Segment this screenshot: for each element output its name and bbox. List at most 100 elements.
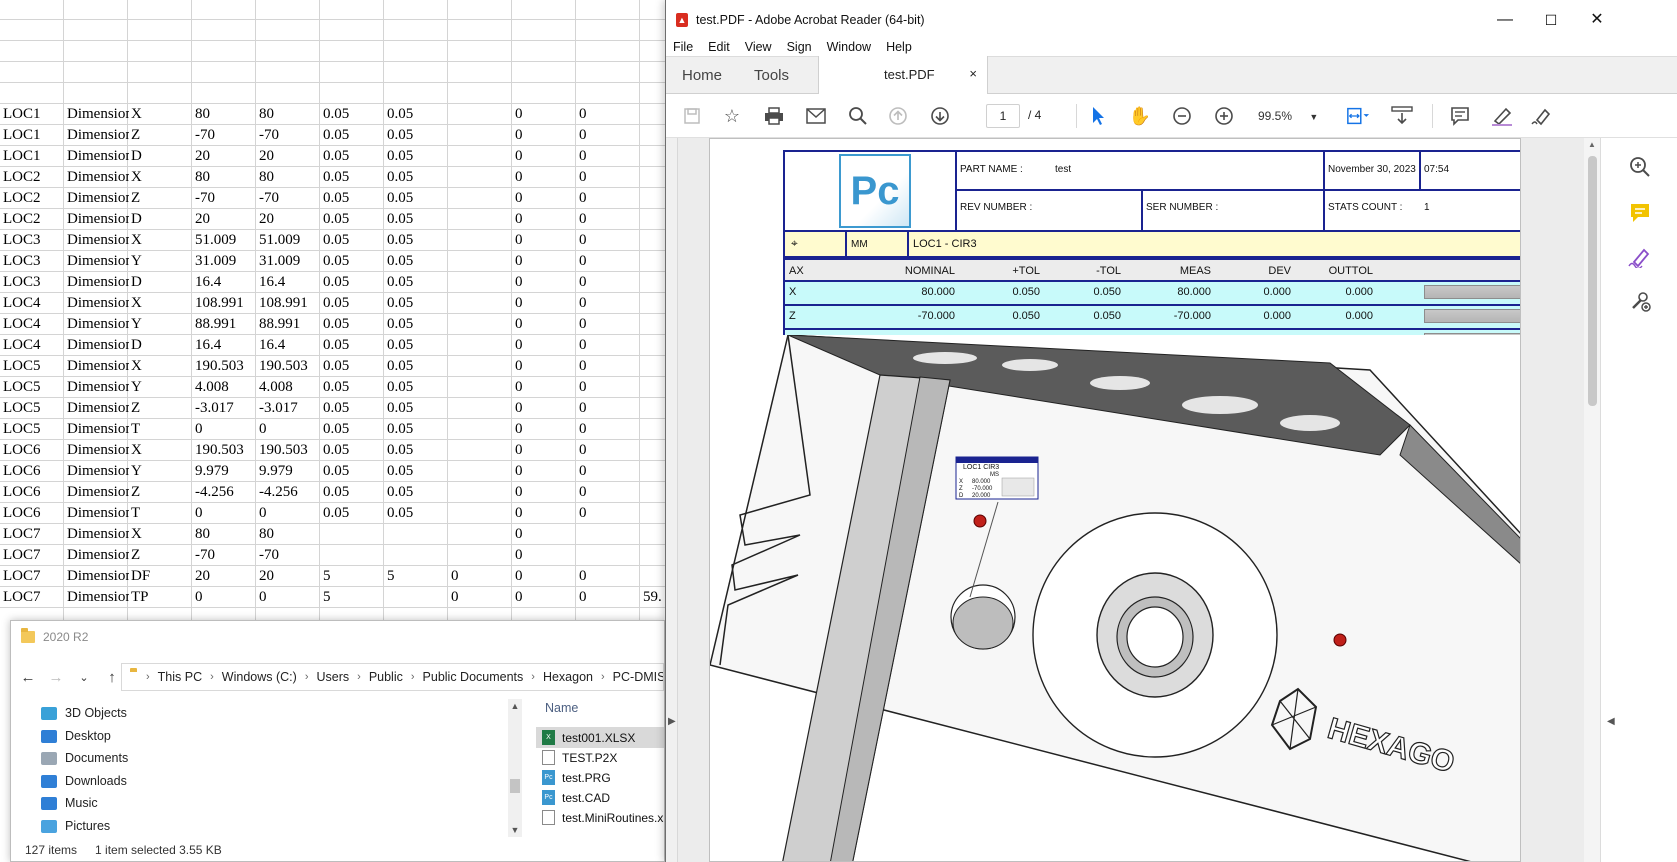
nav-item[interactable]: Downloads (41, 770, 127, 792)
document-viewer[interactable]: ▶ Pc PART NAME : test November 30, 2023 … (666, 138, 1600, 862)
sheet-cell[interactable]: LOC4 (3, 337, 65, 354)
minimize-icon[interactable]: — (1482, 0, 1528, 40)
sheet-cell[interactable]: D (131, 274, 193, 291)
sheet-cell[interactable]: X (131, 358, 193, 375)
sheet-cell[interactable]: 0.05 (387, 148, 449, 165)
sheet-cell[interactable]: Z (131, 547, 193, 564)
sheet-cell[interactable]: LOC1 (3, 106, 65, 123)
nav-item[interactable]: Desktop (41, 725, 111, 747)
sheet-cell[interactable]: 0.05 (387, 400, 449, 417)
sheet-cell[interactable]: LOC2 (3, 211, 65, 228)
sheet-cell[interactable]: LOC7 (3, 547, 65, 564)
sheet-cell[interactable]: Dimension (67, 232, 129, 249)
sheet-cell[interactable]: 0 (515, 337, 577, 354)
sheet-cell[interactable]: D (131, 148, 193, 165)
acrobat-title-bar[interactable]: ▲ test.PDF - Adobe Acrobat Reader (64-bi… (666, 0, 1677, 40)
sheet-cell[interactable]: 0.05 (387, 295, 449, 312)
sheet-cell[interactable]: 20 (195, 211, 257, 228)
sheet-cell[interactable]: 4.008 (195, 379, 257, 396)
sheet-cell[interactable]: 0 (515, 505, 577, 522)
sheet-cell[interactable]: 20 (259, 211, 321, 228)
sheet-cell[interactable]: 0 (195, 589, 257, 606)
menu-item[interactable]: Window (827, 40, 871, 54)
sheet-cell[interactable]: 0.05 (387, 337, 449, 354)
sheet-cell[interactable]: 0.05 (323, 211, 385, 228)
sheet-cell[interactable]: 0 (579, 379, 641, 396)
sheet-cell[interactable]: 0 (515, 547, 577, 564)
nav-item[interactable]: 3D Objects (41, 702, 127, 724)
next-page-icon[interactable] (928, 104, 952, 128)
sheet-cell[interactable]: Dimension (67, 253, 129, 270)
breadcrumb-item[interactable]: This PC (158, 670, 202, 684)
sheet-cell[interactable]: 190.503 (259, 358, 321, 375)
sheet-cell[interactable]: 0 (579, 337, 641, 354)
sheet-cell[interactable]: Dimension (67, 526, 129, 543)
sheet-cell[interactable]: 5 (323, 568, 385, 585)
sheet-cell[interactable]: 0 (579, 463, 641, 480)
sheet-cell[interactable]: 0 (579, 295, 641, 312)
sheet-cell[interactable]: 59. (643, 589, 665, 606)
sheet-cell[interactable]: LOC5 (3, 358, 65, 375)
sheet-cell[interactable]: 0.05 (323, 148, 385, 165)
sheet-cell[interactable]: 0.05 (323, 274, 385, 291)
sheet-cell[interactable]: Dimension (67, 337, 129, 354)
sheet-cell[interactable]: 0.05 (323, 337, 385, 354)
sheet-cell[interactable]: 0 (515, 526, 577, 543)
sheet-cell[interactable]: Dimension (67, 463, 129, 480)
breadcrumb-separator-icon[interactable]: › (357, 671, 361, 683)
document-scrollbar-thumb[interactable] (1588, 156, 1597, 406)
sheet-cell[interactable]: LOC1 (3, 148, 65, 165)
menu-item[interactable]: File (673, 40, 693, 54)
bookmark-star-icon[interactable]: ☆ (720, 104, 744, 128)
sheet-cell[interactable]: LOC1 (3, 127, 65, 144)
sheet-cell[interactable]: Y (131, 463, 193, 480)
sheet-cell[interactable]: 0.05 (323, 169, 385, 186)
highlight-pen-icon[interactable] (1490, 104, 1514, 128)
sheet-cell[interactable]: 16.4 (259, 337, 321, 354)
sheet-cell[interactable]: 88.991 (195, 316, 257, 333)
sheet-cell[interactable]: 0 (515, 169, 577, 186)
sheet-cell[interactable]: Dimension (67, 106, 129, 123)
sheet-cell[interactable]: 0.05 (323, 421, 385, 438)
sheet-cell[interactable]: 0 (515, 232, 577, 249)
sheet-cell[interactable]: 0 (515, 253, 577, 270)
sheet-cell[interactable]: Dimension (67, 358, 129, 375)
name-column-header[interactable]: Name (545, 701, 578, 715)
sheet-cell[interactable]: 80 (259, 106, 321, 123)
navigation-scrollbar[interactable]: ▲ ▼ (508, 699, 522, 837)
sheet-cell[interactable]: 0 (579, 274, 641, 291)
previous-page-icon[interactable] (886, 104, 910, 128)
sheet-cell[interactable]: 0.05 (387, 106, 449, 123)
sheet-cell[interactable]: Dimension (67, 505, 129, 522)
close-window-icon[interactable]: ✕ (1574, 0, 1620, 40)
sheet-cell[interactable]: Z (131, 190, 193, 207)
sheet-cell[interactable]: LOC7 (3, 589, 65, 606)
sheet-cell[interactable]: 0 (515, 484, 577, 501)
sheet-cell[interactable]: 0 (579, 106, 641, 123)
sheet-cell[interactable]: Y (131, 316, 193, 333)
zoom-level-select[interactable]: 99.5% ▼ (1250, 104, 1330, 128)
sheet-cell[interactable]: 0 (579, 358, 641, 375)
sheet-cell[interactable]: Dimension (67, 190, 129, 207)
sheet-cell[interactable]: LOC5 (3, 400, 65, 417)
sheet-cell[interactable]: Dimension (67, 400, 129, 417)
sheet-cell[interactable]: 0 (579, 190, 641, 207)
sheet-cell[interactable]: Dimension (67, 568, 129, 585)
breadcrumb-item[interactable]: Users (316, 670, 349, 684)
sheet-cell[interactable]: 0 (515, 295, 577, 312)
sheet-cell[interactable]: 80 (259, 169, 321, 186)
sheet-cell[interactable]: X (131, 295, 193, 312)
sheet-cell[interactable]: LOC5 (3, 421, 65, 438)
sheet-cell[interactable]: 0.05 (323, 379, 385, 396)
sheet-cell[interactable]: 0 (515, 400, 577, 417)
sheet-cell[interactable]: 0 (515, 379, 577, 396)
sheet-cell[interactable]: LOC3 (3, 253, 65, 270)
sheet-cell[interactable]: Dimension (67, 547, 129, 564)
sheet-cell[interactable]: 108.991 (259, 295, 321, 312)
sheet-cell[interactable]: -70 (195, 547, 257, 564)
sheet-cell[interactable]: 0 (579, 421, 641, 438)
up-arrow-icon[interactable]: ↑ (101, 669, 123, 686)
select-cursor-icon[interactable] (1086, 104, 1110, 128)
sheet-cell[interactable]: 0 (579, 232, 641, 249)
sheet-cell[interactable]: 0.05 (323, 442, 385, 459)
